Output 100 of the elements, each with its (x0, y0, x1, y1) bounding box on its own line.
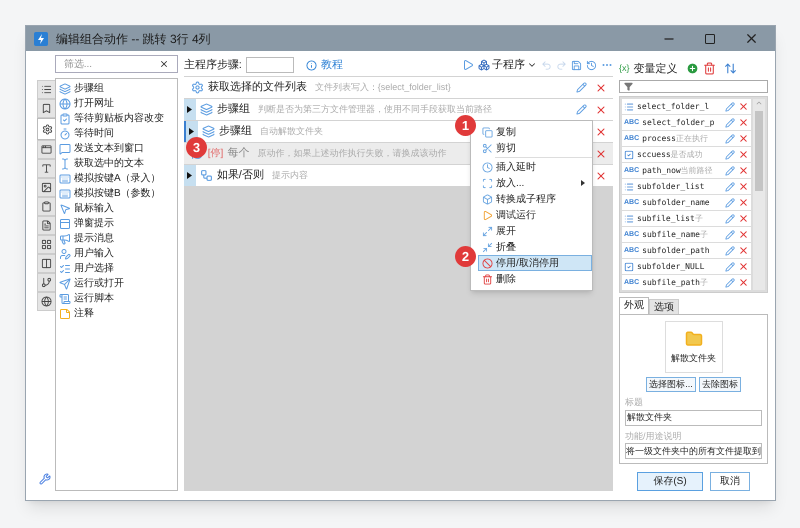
variable-row[interactable]: subfolder_NULL (622, 259, 751, 274)
edit-icon[interactable] (725, 278, 735, 288)
title-field[interactable]: 解散文件夹 (625, 410, 762, 426)
action-item[interactable]: 打开网址 (59, 96, 177, 111)
action-item[interactable]: 等待时间 (59, 126, 177, 141)
menu-item[interactable]: 复制 (478, 124, 592, 140)
action-item[interactable]: 提示消息 (59, 231, 177, 246)
dialog-button[interactable]: 取消 (710, 472, 750, 491)
action-item[interactable]: 用户选择 (59, 261, 177, 276)
edit-icon[interactable] (725, 118, 735, 128)
delete-icon[interactable] (595, 126, 607, 138)
step-row[interactable]: 获取选择的文件列表 文件列表写入：{select_folder_list} (184, 77, 613, 98)
sort-icon[interactable] (724, 62, 737, 76)
filter-field[interactable]: 筛选... (54, 55, 178, 73)
edit-icon[interactable] (725, 150, 735, 160)
action-item[interactable]: 获取选中的文本 (59, 156, 177, 171)
steps-field[interactable] (246, 57, 294, 73)
side-tab[interactable] (37, 197, 55, 216)
delete-icon[interactable] (595, 82, 607, 94)
variable-row[interactable]: subfile_list子 (622, 211, 751, 226)
delete-icon[interactable] (738, 133, 749, 144)
add-icon[interactable] (686, 62, 699, 76)
edit-icon[interactable] (725, 214, 735, 224)
side-tab[interactable] (37, 118, 56, 140)
clear-icon[interactable] (158, 59, 169, 69)
side-tab[interactable] (37, 178, 55, 197)
edit-icon[interactable] (725, 166, 735, 176)
wrench-icon[interactable] (39, 473, 51, 485)
action-item[interactable]: 弹窗提示 (59, 216, 177, 231)
expand-arrow-icon[interactable] (187, 106, 192, 113)
expand-arrow-icon[interactable] (187, 172, 192, 179)
menu-item[interactable]: 展开 (478, 223, 592, 239)
action-item[interactable]: 运行或打开 (59, 276, 177, 291)
edit-icon[interactable] (725, 246, 735, 256)
description-field[interactable]: 将一级文件夹中的所有文件提取到 (625, 443, 762, 460)
menu-item[interactable]: 转换成子程序 (478, 191, 592, 207)
action-item[interactable]: 用户输入 (59, 246, 177, 261)
variable-row[interactable]: sccuess是否成功 (622, 147, 751, 162)
side-tab[interactable] (37, 80, 55, 99)
variable-row[interactable]: subfolder_list (622, 179, 751, 194)
properties-tab[interactable]: 外观 (619, 297, 649, 314)
edit-icon[interactable] (576, 82, 587, 93)
edit-icon[interactable] (725, 102, 735, 112)
action-item[interactable]: 步骤组 (59, 81, 177, 96)
delete-icon[interactable] (738, 229, 749, 240)
choose-icon-button[interactable]: 选择图标... (646, 377, 696, 392)
edit-icon[interactable] (576, 104, 587, 115)
delete-icon[interactable] (738, 197, 749, 208)
delete-icon[interactable] (738, 149, 749, 160)
delete-icon[interactable] (738, 245, 749, 256)
delete-icon[interactable] (595, 104, 607, 116)
maximize-icon[interactable] (704, 32, 716, 44)
dialog-button[interactable]: 保存(S) (637, 472, 703, 491)
delete-icon[interactable] (738, 261, 749, 272)
action-item[interactable]: 注释 (59, 306, 177, 321)
side-tab[interactable] (37, 99, 55, 118)
scrollbar[interactable] (753, 99, 765, 290)
step-row[interactable]: 步骤组 判断是否为第三方文件管理器，使用不同手段获取当前路径 (184, 99, 613, 120)
edit-icon[interactable] (725, 182, 735, 192)
save-icon[interactable] (571, 60, 582, 70)
menu-item[interactable]: 停用/取消停用 (478, 255, 592, 271)
menu-item[interactable]: 调试运行 (478, 207, 592, 223)
action-item[interactable]: 鼠标输入 (59, 201, 177, 216)
delete-icon[interactable] (738, 101, 749, 112)
side-tab[interactable] (37, 292, 55, 311)
trash-icon[interactable] (702, 62, 716, 76)
expand-arrow-icon[interactable] (189, 128, 194, 135)
action-item[interactable]: 模拟按键A（录入） (59, 171, 177, 186)
side-tab[interactable] (37, 216, 55, 235)
edit-icon[interactable] (725, 262, 735, 272)
properties-tab[interactable]: 选项 (649, 299, 679, 314)
action-item[interactable]: 模拟按键B（参数） (59, 186, 177, 201)
side-tab[interactable] (37, 273, 55, 292)
edit-icon[interactable] (725, 198, 735, 208)
delete-icon[interactable] (738, 181, 749, 192)
side-tab[interactable] (37, 159, 55, 178)
delete-icon[interactable] (738, 277, 749, 288)
filter-input[interactable]: 筛选... (64, 56, 159, 72)
delete-icon[interactable] (595, 170, 607, 182)
variable-row[interactable]: select_folder_l (622, 99, 751, 114)
remove-icon-button[interactable]: 去除图标 (698, 377, 741, 392)
action-item[interactable]: 发送文本到窗口 (59, 141, 177, 156)
action-item[interactable]: 运行脚本 (59, 291, 177, 306)
menu-item[interactable]: 剪切 (478, 140, 592, 156)
variable-filter-field[interactable] (619, 80, 768, 94)
action-item[interactable]: 等待剪贴板内容改变 (59, 111, 177, 126)
menu-item[interactable]: 折叠 (478, 239, 592, 255)
side-tab[interactable] (37, 140, 55, 159)
play-icon[interactable] (462, 59, 474, 71)
menu-item[interactable]: 删除 (478, 271, 592, 287)
edit-icon[interactable] (725, 230, 735, 240)
delete-icon[interactable] (738, 165, 749, 176)
history-icon[interactable] (586, 60, 597, 70)
subprogram-dropdown[interactable]: 子程序 (478, 56, 537, 74)
delete-icon[interactable] (738, 117, 749, 128)
delete-icon[interactable] (738, 213, 749, 224)
tutorial-link[interactable]: 教程 (306, 56, 343, 74)
edit-icon[interactable] (725, 134, 735, 144)
side-tab[interactable] (37, 254, 55, 273)
side-tab[interactable] (37, 235, 55, 254)
